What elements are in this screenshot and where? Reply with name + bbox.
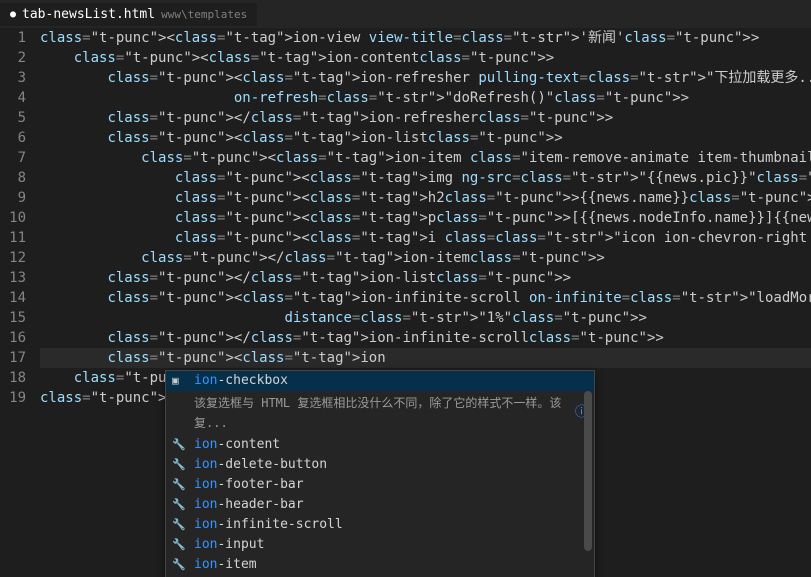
- code-line[interactable]: distance=class="t-str">"1%"class="t-punc…: [40, 308, 811, 328]
- suggest-rest: -item: [217, 555, 256, 575]
- suggest-rest: -delete-button: [217, 455, 327, 475]
- code-area[interactable]: 12345678910111213141516171819 class="t-p…: [0, 28, 811, 577]
- code-line[interactable]: class="t-punc"><class="t-tag">h2class="t…: [40, 188, 811, 208]
- code-line[interactable]: class="t-punc"><class="t-tag">img ng-src…: [40, 168, 811, 188]
- suggest-item[interactable]: 🔧 ion-footer-bar: [166, 475, 594, 495]
- code-line[interactable]: class="t-punc"><class="t-tag">i class=cl…: [40, 228, 811, 248]
- code-line[interactable]: class="t-punc"><class="t-tag">ion-item c…: [40, 148, 811, 168]
- suggest-rest: -checkbox: [217, 371, 287, 391]
- code-line[interactable]: class="t-punc"><class="t-tag">ion-view v…: [40, 28, 811, 48]
- code-line[interactable]: on-refresh=class="t-str">"doRefresh()"cl…: [40, 88, 811, 108]
- wrench-icon: 🔧: [172, 495, 188, 515]
- tab-bar: ● tab-newsList.html www\templates: [0, 0, 811, 28]
- suggest-match: ion: [194, 475, 217, 495]
- wrench-icon: 🔧: [172, 455, 188, 475]
- code-line[interactable]: class="t-punc"><class="t-tag">ion-infini…: [40, 288, 811, 308]
- suggest-item[interactable]: 🔧 ion-item: [166, 555, 594, 575]
- suggest-match: ion: [194, 515, 217, 535]
- suggest-item[interactable]: 🔧 ion-content: [166, 435, 594, 455]
- code-line[interactable]: class="t-punc"></class="t-tag">ion-refre…: [40, 108, 811, 128]
- suggest-rest: -input: [217, 535, 264, 555]
- suggest-item[interactable]: ▣ ion-checkbox: [166, 371, 594, 391]
- wrench-icon: 🔧: [172, 535, 188, 555]
- suggest-item[interactable]: 🔧 ion-delete-button: [166, 455, 594, 475]
- code-line[interactable]: class="t-punc"><class="t-tag">ion-refres…: [40, 68, 811, 88]
- suggest-item[interactable]: 🔧 ion-header-bar: [166, 495, 594, 515]
- suggest-item[interactable]: 🔧 ion-input: [166, 535, 594, 555]
- suggest-match: ion: [194, 555, 217, 575]
- suggest-match: ion: [194, 371, 217, 391]
- wrench-icon: 🔧: [172, 435, 188, 455]
- suggest-match: ion: [194, 435, 217, 455]
- wrench-icon: 🔧: [172, 515, 188, 535]
- suggest-match: ion: [194, 495, 217, 515]
- modified-indicator-icon: ●: [10, 9, 16, 20]
- tab-path: www\templates: [161, 8, 247, 21]
- suggest-scrollbar[interactable]: [584, 391, 592, 551]
- suggest-item[interactable]: 🔧 ion-infinite-scroll: [166, 515, 594, 535]
- suggest-rest: -header-bar: [217, 495, 303, 515]
- suggest-match: ion: [194, 455, 217, 475]
- suggest-rest: -footer-bar: [217, 475, 303, 495]
- code-line[interactable]: class="t-punc"><class="t-tag">ion: [40, 348, 811, 368]
- code-line[interactable]: class="t-punc"><class="t-tag">ion-conten…: [40, 48, 811, 68]
- autocomplete-popup: ▣ion-checkbox该复选框与 HTML 复选框相比没什么不同，除了它的样…: [165, 370, 595, 577]
- wrench-icon: 🔧: [172, 475, 188, 495]
- suggest-doc: 该复选框与 HTML 复选框相比没什么不同，除了它的样式不一样。该复...ⓘ: [166, 391, 594, 435]
- suggest-rest: -infinite-scroll: [217, 515, 342, 535]
- suggest-rest: -content: [217, 435, 280, 455]
- line-number-gutter: 12345678910111213141516171819: [0, 28, 40, 577]
- code-line[interactable]: class="t-punc"></class="t-tag">ion-itemc…: [40, 248, 811, 268]
- suggest-match: ion: [194, 535, 217, 555]
- editor-tab[interactable]: ● tab-newsList.html www\templates: [0, 3, 258, 26]
- code-line[interactable]: class="t-punc"></class="t-tag">ion-listc…: [40, 268, 811, 288]
- editor: ● tab-newsList.html www\templates 123456…: [0, 0, 811, 577]
- wrench-icon: 🔧: [172, 555, 188, 575]
- suggest-doc-text: 该复选框与 HTML 复选框相比没什么不同，除了它的样式不一样。该复...: [194, 393, 569, 433]
- code-line[interactable]: class="t-punc"></class="t-tag">ion-infin…: [40, 328, 811, 348]
- tab-filename: tab-newsList.html: [22, 7, 155, 22]
- code-line[interactable]: class="t-punc"><class="t-tag">ion-listcl…: [40, 128, 811, 148]
- code-line[interactable]: class="t-punc"><class="t-tag">pclass="t-…: [40, 208, 811, 228]
- snippet-icon: ▣: [172, 371, 188, 391]
